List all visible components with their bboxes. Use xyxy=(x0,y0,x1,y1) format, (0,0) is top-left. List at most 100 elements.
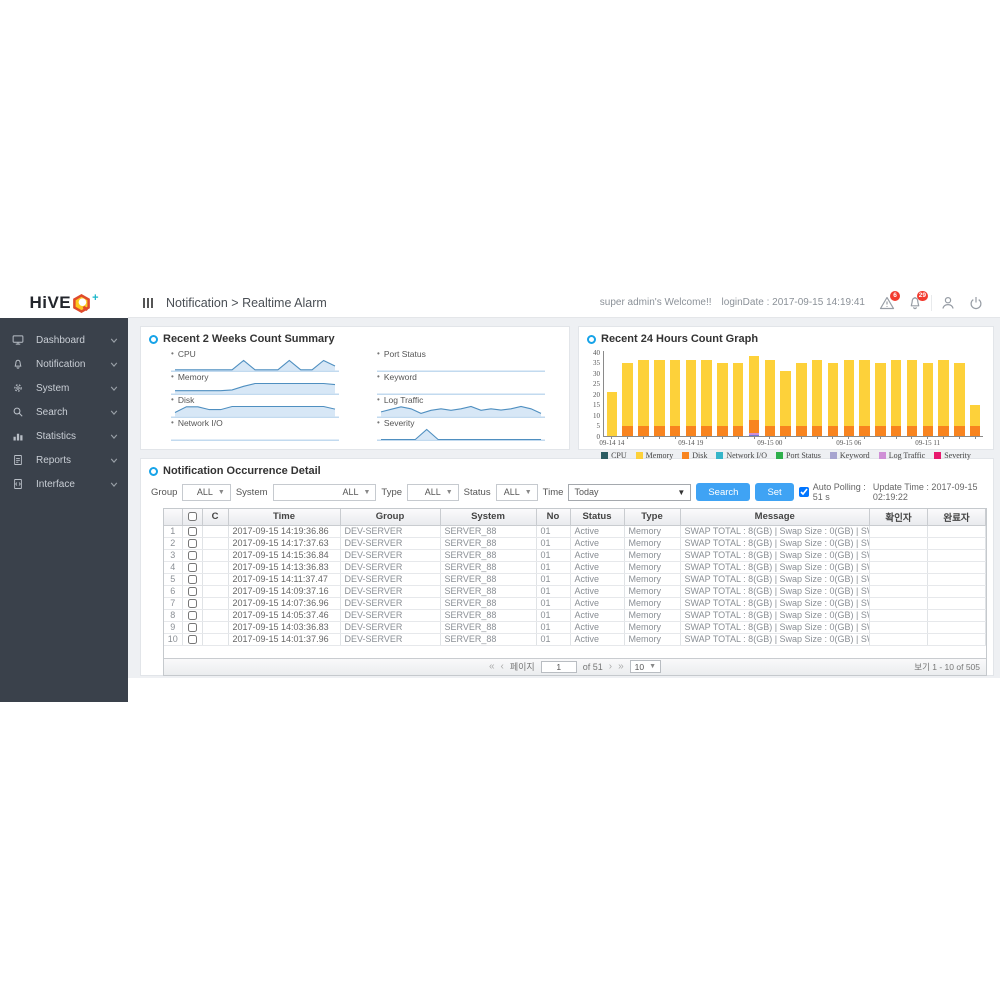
cell-c xyxy=(202,537,229,550)
table-row[interactable]: 1 2017-09-15 14:19:36.86 DEV-SERVER SERVER_… xyxy=(164,525,986,538)
type-filter-select[interactable]: ALL ▼ xyxy=(407,483,459,501)
set-button[interactable]: Set xyxy=(755,483,794,501)
row-checkbox[interactable] xyxy=(187,635,197,644)
table-row[interactable]: 8 2017-09-15 14:05:37.46 DEV-SERVER SERVER_… xyxy=(164,609,986,622)
table-row[interactable]: 5 2017-09-15 14:11:37.47 DEV-SERVER SERVER_… xyxy=(164,573,986,586)
stacked-bar xyxy=(938,360,949,436)
legend-swatch xyxy=(635,452,643,459)
row-checkbox[interactable] xyxy=(187,575,197,584)
two-weeks-title: Recent 2 Weeks Count Summary xyxy=(141,327,569,347)
cell-confirmer xyxy=(869,597,928,610)
menu-icon[interactable] xyxy=(142,297,154,309)
prev-page-button[interactable]: ‹ xyxy=(501,661,504,672)
user-profile-button[interactable] xyxy=(936,291,960,315)
cell-status: Active xyxy=(570,549,625,562)
next-page-button[interactable]: › xyxy=(609,661,612,672)
cell-system: SERVER_88 xyxy=(440,573,537,586)
alarm-warning-button[interactable]: 6 xyxy=(875,290,900,315)
select-all-checkbox[interactable] xyxy=(187,512,197,522)
page-size-select[interactable]: 10 ▼ xyxy=(629,660,662,673)
bar-segment-memory xyxy=(780,370,791,426)
divider xyxy=(931,294,932,311)
cell-group: DEV-SERVER xyxy=(340,597,441,610)
time-filter-label: Time xyxy=(542,486,564,498)
cell-confirmer xyxy=(869,549,928,562)
row-checkbox[interactable] xyxy=(187,599,197,608)
pagination-summary: 보기 1 - 10 of 505 xyxy=(914,661,980,672)
legend-item-network-i-o: Network I/O xyxy=(716,451,767,460)
group-filter-select[interactable]: ALL ▼ xyxy=(182,483,231,501)
legend-swatch xyxy=(601,452,609,459)
auto-polling-checkbox[interactable] xyxy=(798,487,809,497)
table-row[interactable]: 10 2017-09-15 14:01:37.96 DEV-SERVER SERVER… xyxy=(164,633,986,646)
cell-type: Memory xyxy=(624,537,681,550)
row-checkbox[interactable] xyxy=(187,527,197,536)
first-page-button[interactable]: « xyxy=(489,661,495,672)
x-tick-label: 09-15 00 xyxy=(757,439,783,447)
cell-status: Active xyxy=(570,597,625,610)
cell-group: DEV-SERVER xyxy=(340,633,441,646)
bar-segment-disk xyxy=(622,425,633,436)
bar-slot xyxy=(841,351,857,436)
sidebar-item-statistics[interactable]: Statistics xyxy=(0,424,128,448)
y-tick-label: 25 xyxy=(593,380,600,388)
stacked-bar xyxy=(701,360,712,436)
bar-segment-memory xyxy=(701,360,712,426)
bar-segment-memory xyxy=(654,360,665,426)
time-filter-select[interactable]: Today ▼ xyxy=(568,483,692,501)
cell-row-number: 5 xyxy=(164,573,183,586)
table-row[interactable]: 3 2017-09-15 14:15:36.84 DEV-SERVER SERVER_… xyxy=(164,549,986,562)
logo[interactable]: HiVE + xyxy=(0,288,128,318)
cell-type: Memory xyxy=(624,633,681,646)
cell-c xyxy=(202,597,229,610)
sparkline-label: Log Traffic xyxy=(383,394,424,405)
table-row[interactable]: 7 2017-09-15 14:07:36.96 DEV-SERVER SERVER_… xyxy=(164,597,986,610)
table-row[interactable]: 9 2017-09-15 14:03:36.83 DEV-SERVER SERVER_… xyxy=(164,621,986,634)
last-page-button[interactable]: » xyxy=(618,661,624,672)
sidebar-item-label: Statistics xyxy=(36,430,77,442)
table-row[interactable]: 6 2017-09-15 14:09:37.16 DEV-SERVER SERVER_… xyxy=(164,585,986,598)
row-checkbox[interactable] xyxy=(187,587,197,596)
stacked-bar xyxy=(891,360,902,436)
sidebar-item-interface[interactable]: Interface xyxy=(0,472,128,496)
status-filter-label: Status xyxy=(463,486,491,498)
stacked-bar xyxy=(843,360,855,436)
bar-slot xyxy=(857,351,873,436)
sidebar-item-label: System xyxy=(36,382,70,394)
cell-group: DEV-SERVER xyxy=(340,537,441,550)
row-checkbox[interactable] xyxy=(187,563,197,572)
sidebar-item-search[interactable]: Search xyxy=(0,400,128,424)
notification-bell-button[interactable]: 29 xyxy=(903,290,928,315)
page-label: 페이지 xyxy=(509,662,535,672)
pagination-bar: « ‹ 페이지 of 51 › » 10 ▼ 보기 1 - 10 of 505 xyxy=(164,657,986,675)
sidebar-item-system[interactable]: System xyxy=(0,376,128,400)
row-checkbox[interactable] xyxy=(187,539,197,548)
logout-power-button[interactable] xyxy=(964,291,988,315)
y-tick-label: 30 xyxy=(593,369,600,378)
sidebar-item-dashboard[interactable]: Dashboard xyxy=(0,328,128,352)
row-checkbox[interactable] xyxy=(187,623,197,632)
cell-message: SWAP TOTAL : 8(GB) | Swap Size : 0(GB) |… xyxy=(680,621,870,634)
row-checkbox[interactable] xyxy=(187,611,197,620)
cell-system: SERVER_88 xyxy=(440,537,537,550)
sidebar-item-notification[interactable]: Notification xyxy=(0,352,128,376)
row-checkbox[interactable] xyxy=(187,551,197,560)
sparkline-label-row: • Memory xyxy=(171,372,339,382)
table-row[interactable]: 2 2017-09-15 14:17:37.63 DEV-SERVER SERVER_… xyxy=(164,537,986,550)
system-filter-select[interactable]: ALL ▼ xyxy=(272,483,377,501)
chevron-down-icon xyxy=(110,457,118,464)
cell-row-number: 9 xyxy=(164,621,183,634)
cell-completer xyxy=(927,621,986,634)
table-row[interactable]: 4 2017-09-15 14:13:36.83 DEV-SERVER SERVER_… xyxy=(164,561,986,574)
sidebar-item-reports[interactable]: Reports xyxy=(0,448,128,472)
chevron-down-icon xyxy=(110,337,118,344)
cell-checkbox xyxy=(182,621,203,634)
power-icon xyxy=(970,296,982,309)
logo-q-icon xyxy=(73,293,90,313)
page-number-input[interactable] xyxy=(540,660,577,673)
legend-label: CPU xyxy=(611,451,627,460)
search-button[interactable]: Search xyxy=(696,483,751,501)
bar-segment-disk xyxy=(859,425,870,436)
status-filter-select[interactable]: ALL ▼ xyxy=(495,483,538,501)
legend-label: Port Status xyxy=(786,451,821,460)
